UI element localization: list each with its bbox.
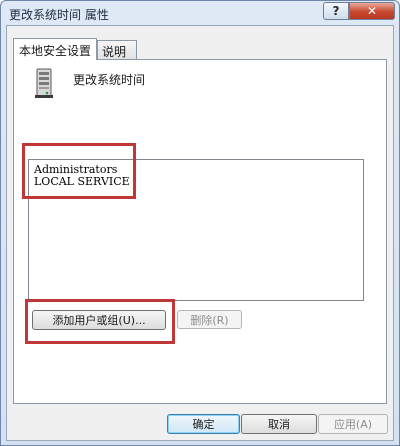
tab-label: 说明 — [102, 45, 127, 59]
accounts-listbox[interactable]: Administrators LOCAL SERVICE — [28, 159, 364, 301]
title-bar[interactable]: 更改系统时间 属性 ? ✕ — [1, 1, 399, 25]
tab-label: 本地安全设置 — [18, 44, 91, 58]
policy-name: 更改系统时间 — [73, 73, 146, 87]
help-button[interactable]: ? — [323, 2, 349, 20]
cancel-button[interactable]: 取消 — [241, 414, 317, 434]
apply-button[interactable]: 应用(A) — [318, 414, 388, 434]
tab-panel: 更改系统时间 Administrators LOCAL SERVICE 添加用户… — [13, 59, 387, 404]
tab-explain[interactable]: 说明 — [97, 40, 137, 59]
list-item[interactable]: LOCAL SERVICE — [34, 175, 130, 188]
properties-dialog: 更改系统时间 属性 ? ✕ 本地安全设置 说明 更改系统时间 Administr… — [0, 0, 400, 446]
window-title: 更改系统时间 属性 — [9, 8, 109, 22]
remove-button[interactable]: 删除(R) — [177, 310, 242, 329]
help-icon: ? — [332, 4, 340, 18]
close-button[interactable]: ✕ — [349, 2, 395, 20]
ok-button[interactable]: 确定 — [167, 414, 240, 434]
dialog-client: 本地安全设置 说明 更改系统时间 Administrators LOCAL SE… — [6, 25, 394, 441]
tab-local-security-setting[interactable]: 本地安全设置 — [13, 38, 97, 60]
close-icon: ✕ — [366, 4, 378, 18]
add-user-or-group-button[interactable]: 添加用户或组(U)... — [32, 310, 166, 330]
server-icon — [35, 68, 53, 98]
